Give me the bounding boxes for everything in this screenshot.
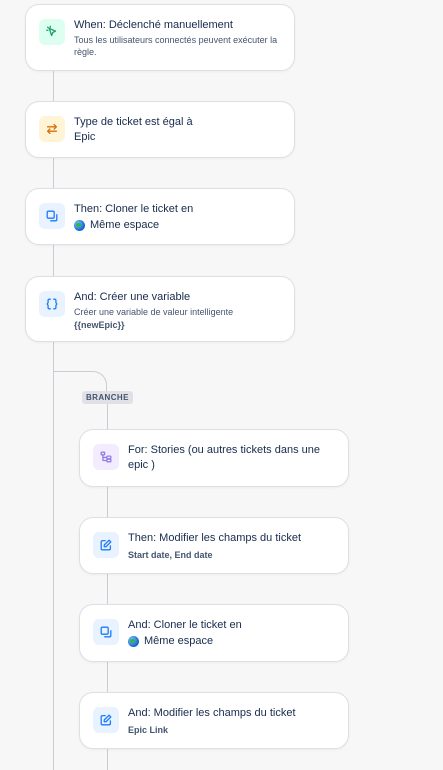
step-title: And: Modifier les champs du ticket xyxy=(128,707,296,719)
trigger-card[interactable]: When: Déclenché manuellement Tous les ut… xyxy=(25,4,295,71)
step-subtitle: Créer une variable de valeur intelligent… xyxy=(74,307,234,317)
space-label: Même espace xyxy=(144,635,214,647)
branch-clone-card[interactable]: And: Cloner le ticket en Même espace xyxy=(79,604,349,662)
step-title: Type de ticket est égal à xyxy=(74,116,193,128)
space-value: Même espace xyxy=(128,634,336,649)
step-title: Then: Modifier les champs du ticket xyxy=(128,532,302,544)
step-title: Then: Cloner le ticket en xyxy=(74,203,194,215)
space-label: Même espace xyxy=(90,219,160,231)
branch-tree-icon xyxy=(93,444,119,470)
connector-line xyxy=(53,70,54,770)
space-value: Même espace xyxy=(74,218,282,233)
swap-arrows-icon xyxy=(39,116,65,142)
branch-for-card[interactable]: For: Stories (ou autres tickets dans une… xyxy=(79,429,349,487)
step-value: Epic xyxy=(74,131,96,143)
clone-icon xyxy=(93,619,119,645)
step-title: And: Créer une variable xyxy=(74,291,191,303)
variable-action-card[interactable]: And: Créer une variable Créer une variab… xyxy=(25,276,295,342)
condition-card[interactable]: Type de ticket est égal à Epic xyxy=(25,101,295,158)
branch-badge: BRANCHE xyxy=(82,391,133,404)
clone-action-card[interactable]: Then: Cloner le ticket en Même espace xyxy=(25,188,295,245)
braces-icon xyxy=(39,291,65,317)
globe-icon xyxy=(74,220,85,231)
branch-edit-card[interactable]: Then: Modifier les champs du ticket Star… xyxy=(79,517,349,574)
step-subtitle: Tous les utilisateurs connectés peuvent … xyxy=(74,35,278,57)
cursor-click-icon xyxy=(39,19,65,45)
field-list: Epic Link xyxy=(128,725,169,735)
smart-value: {{newEpic}} xyxy=(74,320,125,330)
step-title: When: Déclenché manuellement xyxy=(74,19,233,31)
globe-icon xyxy=(128,636,139,647)
field-list: Start date, End date xyxy=(128,550,213,560)
step-title: And: Cloner le ticket en xyxy=(128,619,242,631)
step-title: For: Stories (ou autres tickets dans une… xyxy=(128,444,320,471)
edit-icon xyxy=(93,532,119,558)
branch-edit-card[interactable]: And: Modifier les champs du ticket Epic … xyxy=(79,692,349,749)
clone-icon xyxy=(39,203,65,229)
edit-icon xyxy=(93,707,119,733)
